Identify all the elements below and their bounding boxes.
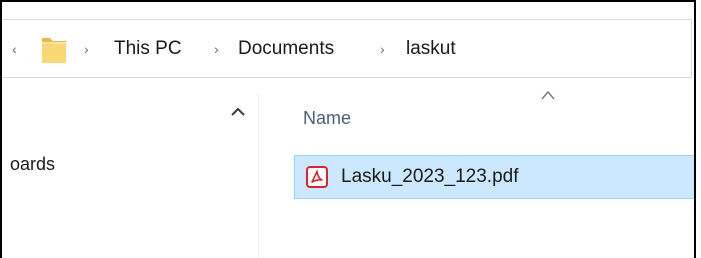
folder-icon [42,38,66,63]
file-row[interactable]: Lasku_2023_123.pdf [294,155,694,199]
breadcrumb-chevron-icon[interactable]: › [214,39,219,59]
breadcrumb-chevron-icon[interactable]: › [380,39,385,59]
file-explorer-window: ‹ › This PC › Documents › laskut oards N… [0,0,696,258]
sort-ascending-icon [541,90,555,100]
scroll-up-icon[interactable] [229,103,247,121]
breadcrumb-this-pc[interactable]: This PC [114,38,182,60]
breadcrumb-laskut[interactable]: laskut [406,38,456,60]
breadcrumb-documents[interactable]: Documents [238,38,334,60]
file-name: Lasku_2023_123.pdf [341,166,519,187]
pdf-icon [306,166,328,188]
address-bar[interactable]: ‹ › This PC › Documents › laskut [2,19,692,78]
column-header-name[interactable]: Name [303,108,351,129]
breadcrumb-chevron-icon[interactable]: › [84,39,89,59]
nav-item-label[interactable]: oards [10,154,55,175]
chevron-left-icon[interactable]: ‹ [12,39,17,59]
pane-divider[interactable] [258,94,259,258]
